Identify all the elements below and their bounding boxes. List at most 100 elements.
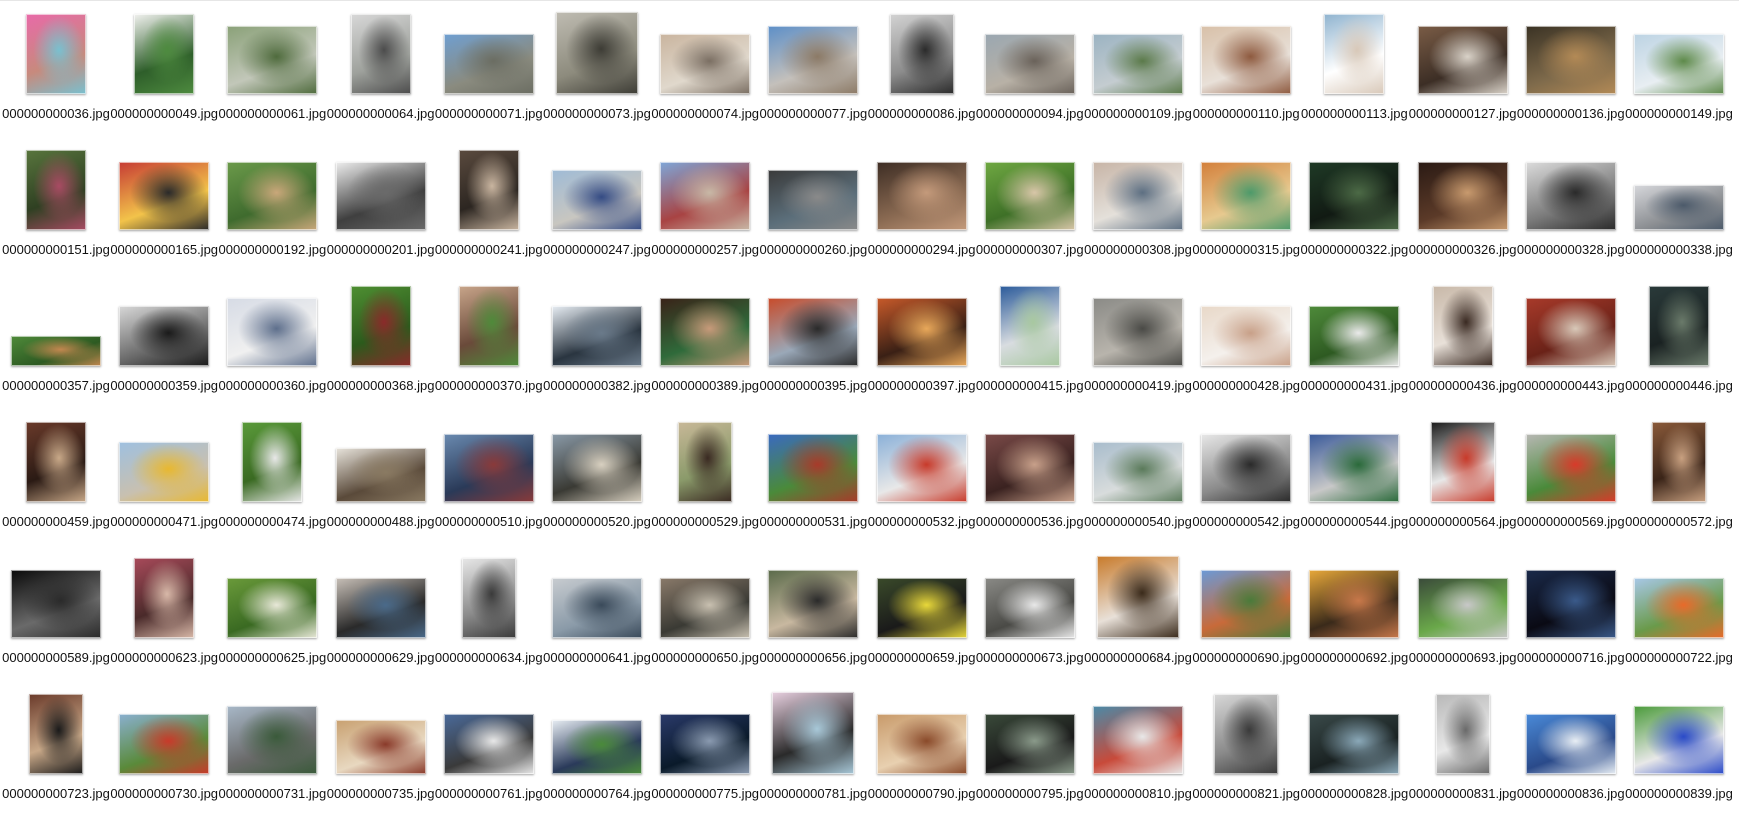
- file-item[interactable]: 000000000389.jpg: [651, 282, 759, 418]
- file-item[interactable]: 000000000359.jpg: [110, 282, 218, 418]
- file-item[interactable]: 000000000428.jpg: [1192, 282, 1300, 418]
- file-item[interactable]: 000000000110.jpg: [1192, 10, 1300, 146]
- file-item[interactable]: 000000000634.jpg: [435, 554, 543, 690]
- file-item[interactable]: 000000000136.jpg: [1517, 10, 1625, 146]
- file-item[interactable]: 000000000531.jpg: [759, 418, 867, 554]
- file-item[interactable]: 000000000781.jpg: [759, 690, 867, 826]
- file-item[interactable]: 000000000419.jpg: [1084, 282, 1192, 418]
- file-item[interactable]: 000000000836.jpg: [1517, 690, 1625, 826]
- file-item[interactable]: 000000000074.jpg: [651, 10, 759, 146]
- file-item[interactable]: 000000000338.jpg: [1625, 146, 1733, 282]
- file-item[interactable]: 000000000690.jpg: [1192, 554, 1300, 690]
- file-item[interactable]: 000000000061.jpg: [218, 10, 326, 146]
- file-item[interactable]: 000000000151.jpg: [2, 146, 110, 282]
- image-thumbnail: [227, 706, 318, 774]
- file-item[interactable]: 000000000693.jpg: [1409, 554, 1517, 690]
- file-item[interactable]: 000000000165.jpg: [110, 146, 218, 282]
- file-item[interactable]: 000000000382.jpg: [543, 282, 651, 418]
- file-item[interactable]: 000000000790.jpg: [868, 690, 976, 826]
- file-item[interactable]: 000000000532.jpg: [868, 418, 976, 554]
- file-item[interactable]: 000000000071.jpg: [435, 10, 543, 146]
- file-item[interactable]: 000000000673.jpg: [976, 554, 1084, 690]
- file-item[interactable]: 000000000360.jpg: [218, 282, 326, 418]
- file-item[interactable]: 000000000821.jpg: [1192, 690, 1300, 826]
- file-item[interactable]: 000000000735.jpg: [327, 690, 435, 826]
- file-item[interactable]: 000000000730.jpg: [110, 690, 218, 826]
- file-item[interactable]: 000000000415.jpg: [976, 282, 1084, 418]
- file-item[interactable]: 000000000308.jpg: [1084, 146, 1192, 282]
- file-item[interactable]: 000000000716.jpg: [1517, 554, 1625, 690]
- file-item[interactable]: 000000000831.jpg: [1409, 690, 1517, 826]
- file-item[interactable]: 000000000731.jpg: [218, 690, 326, 826]
- file-item[interactable]: 000000000569.jpg: [1517, 418, 1625, 554]
- file-item[interactable]: 000000000589.jpg: [2, 554, 110, 690]
- file-item[interactable]: 000000000474.jpg: [218, 418, 326, 554]
- file-item[interactable]: 000000000064.jpg: [327, 10, 435, 146]
- file-item[interactable]: 000000000436.jpg: [1409, 282, 1517, 418]
- file-item[interactable]: 000000000764.jpg: [543, 690, 651, 826]
- file-item[interactable]: 000000000368.jpg: [327, 282, 435, 418]
- file-item[interactable]: 000000000572.jpg: [1625, 418, 1733, 554]
- file-item[interactable]: 000000000520.jpg: [543, 418, 651, 554]
- file-item[interactable]: 000000000086.jpg: [868, 10, 976, 146]
- file-item[interactable]: 000000000810.jpg: [1084, 690, 1192, 826]
- file-item[interactable]: 000000000471.jpg: [110, 418, 218, 554]
- file-item[interactable]: 000000000659.jpg: [868, 554, 976, 690]
- file-item[interactable]: 000000000049.jpg: [110, 10, 218, 146]
- file-item[interactable]: 000000000307.jpg: [976, 146, 1084, 282]
- file-item[interactable]: 000000000260.jpg: [759, 146, 867, 282]
- file-item[interactable]: 000000000241.jpg: [435, 146, 543, 282]
- file-item[interactable]: 000000000775.jpg: [651, 690, 759, 826]
- file-item[interactable]: 000000000542.jpg: [1192, 418, 1300, 554]
- file-item[interactable]: 000000000370.jpg: [435, 282, 543, 418]
- file-item[interactable]: 000000000094.jpg: [976, 10, 1084, 146]
- file-name: 000000000241.jpg: [434, 242, 543, 257]
- file-item[interactable]: 000000000692.jpg: [1300, 554, 1408, 690]
- file-item[interactable]: 000000000536.jpg: [976, 418, 1084, 554]
- thumbnail-area: [976, 282, 1084, 377]
- file-item[interactable]: 000000000722.jpg: [1625, 554, 1733, 690]
- thumbnail-area: [110, 146, 218, 241]
- file-item[interactable]: 000000000127.jpg: [1409, 10, 1517, 146]
- file-item[interactable]: 000000000149.jpg: [1625, 10, 1733, 146]
- file-item[interactable]: 000000000257.jpg: [651, 146, 759, 282]
- file-item[interactable]: 000000000077.jpg: [759, 10, 867, 146]
- file-item[interactable]: 000000000443.jpg: [1517, 282, 1625, 418]
- file-item[interactable]: 000000000795.jpg: [976, 690, 1084, 826]
- file-item[interactable]: 000000000459.jpg: [2, 418, 110, 554]
- file-item[interactable]: 000000000326.jpg: [1409, 146, 1517, 282]
- file-item[interactable]: 000000000294.jpg: [868, 146, 976, 282]
- file-item[interactable]: 000000000488.jpg: [327, 418, 435, 554]
- file-item[interactable]: 000000000113.jpg: [1300, 10, 1408, 146]
- file-item[interactable]: 000000000357.jpg: [2, 282, 110, 418]
- file-item[interactable]: 000000000315.jpg: [1192, 146, 1300, 282]
- file-item[interactable]: 000000000510.jpg: [435, 418, 543, 554]
- file-item[interactable]: 000000000397.jpg: [868, 282, 976, 418]
- file-item[interactable]: 000000000322.jpg: [1300, 146, 1408, 282]
- file-item[interactable]: 000000000761.jpg: [435, 690, 543, 826]
- file-item[interactable]: 000000000839.jpg: [1625, 690, 1733, 826]
- file-item[interactable]: 000000000684.jpg: [1084, 554, 1192, 690]
- file-item[interactable]: 000000000564.jpg: [1409, 418, 1517, 554]
- file-item[interactable]: 000000000328.jpg: [1517, 146, 1625, 282]
- file-item[interactable]: 000000000544.jpg: [1300, 418, 1408, 554]
- file-item[interactable]: 000000000629.jpg: [327, 554, 435, 690]
- file-item[interactable]: 000000000395.jpg: [759, 282, 867, 418]
- file-item[interactable]: 000000000431.jpg: [1300, 282, 1408, 418]
- file-item[interactable]: 000000000073.jpg: [543, 10, 651, 146]
- file-item[interactable]: 000000000540.jpg: [1084, 418, 1192, 554]
- file-item[interactable]: 000000000201.jpg: [327, 146, 435, 282]
- file-item[interactable]: 000000000623.jpg: [110, 554, 218, 690]
- file-item[interactable]: 000000000529.jpg: [651, 418, 759, 554]
- file-item[interactable]: 000000000247.jpg: [543, 146, 651, 282]
- file-item[interactable]: 000000000650.jpg: [651, 554, 759, 690]
- file-item[interactable]: 000000000723.jpg: [2, 690, 110, 826]
- file-item[interactable]: 000000000036.jpg: [2, 10, 110, 146]
- file-item[interactable]: 000000000828.jpg: [1300, 690, 1408, 826]
- file-item[interactable]: 000000000109.jpg: [1084, 10, 1192, 146]
- file-item[interactable]: 000000000656.jpg: [759, 554, 867, 690]
- file-item[interactable]: 000000000192.jpg: [218, 146, 326, 282]
- file-item[interactable]: 000000000446.jpg: [1625, 282, 1733, 418]
- file-item[interactable]: 000000000625.jpg: [218, 554, 326, 690]
- file-item[interactable]: 000000000641.jpg: [543, 554, 651, 690]
